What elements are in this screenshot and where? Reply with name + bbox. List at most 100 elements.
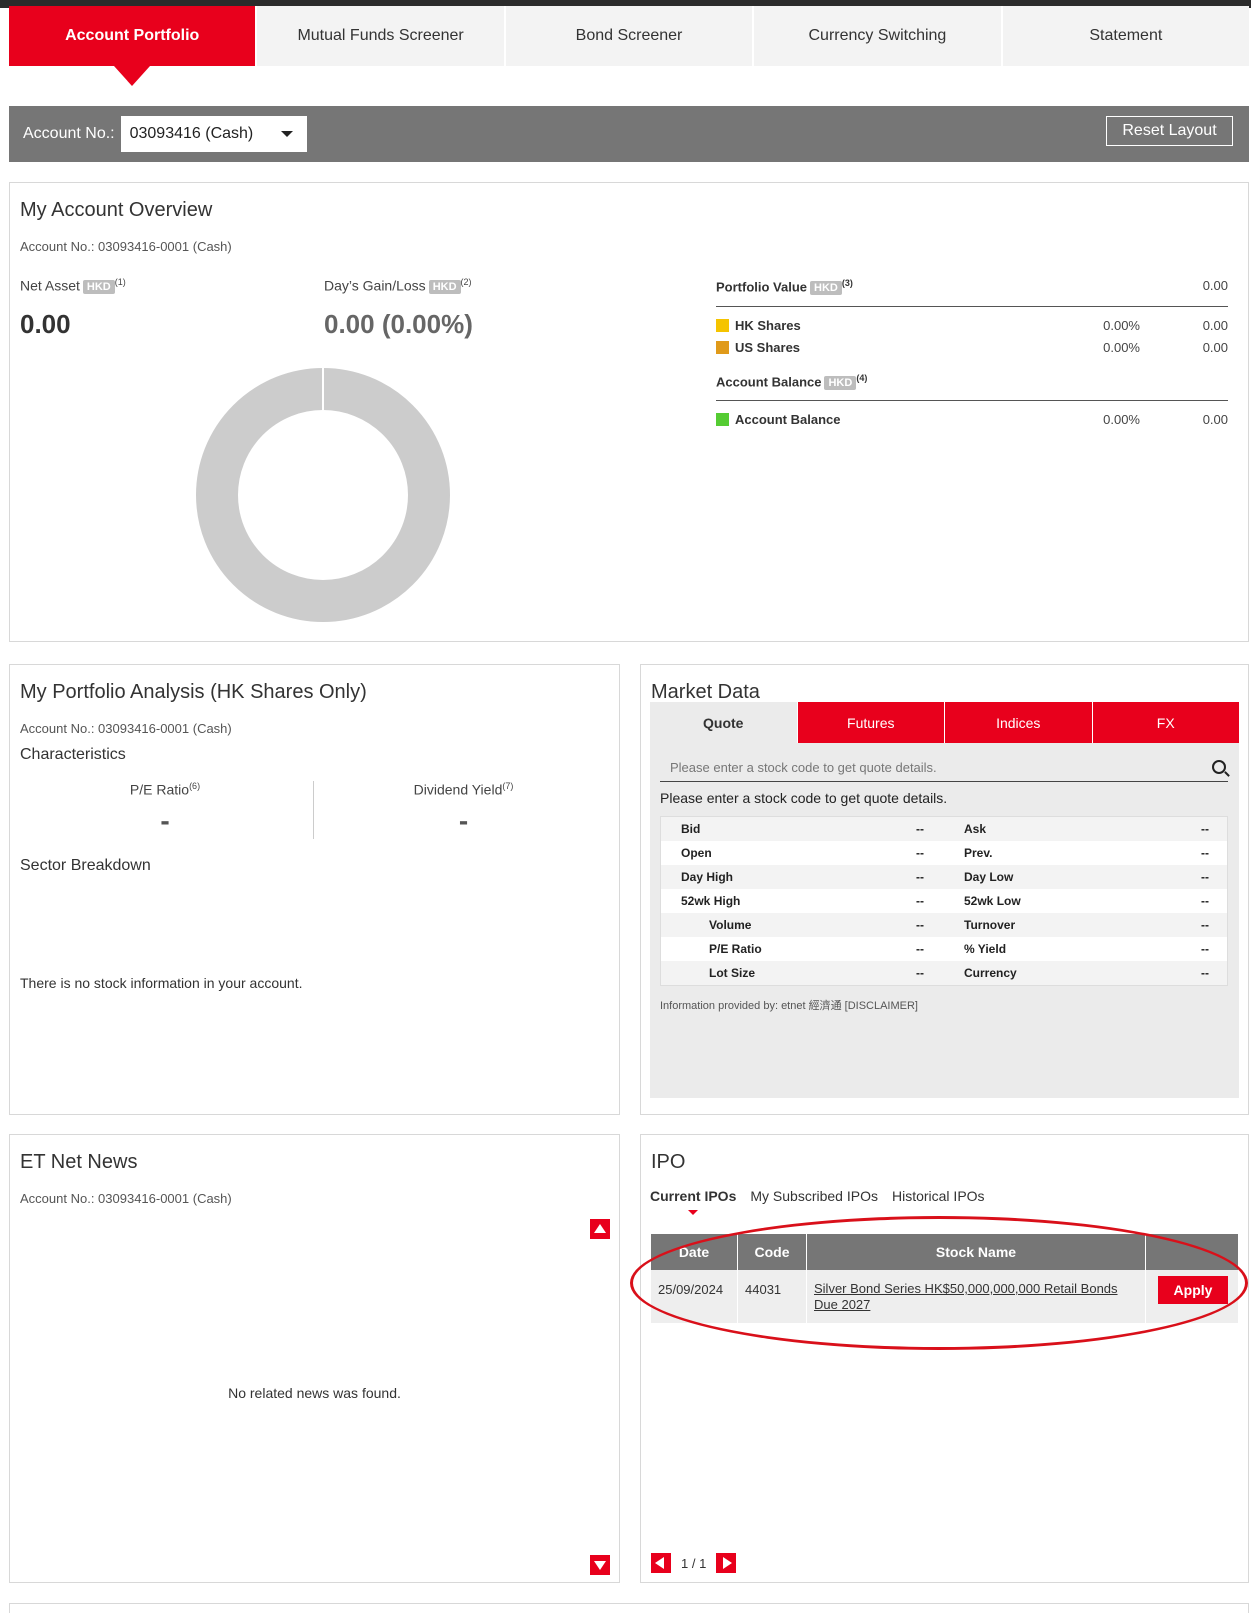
quote-value: -- bbox=[1201, 966, 1209, 980]
quote-label: 52wk Low bbox=[964, 894, 1021, 908]
holding-name-text: US Shares bbox=[735, 340, 801, 355]
table-row: 25/09/2024 44031 Silver Bond Series HK$5… bbox=[651, 1270, 1238, 1323]
stock-code-search-input[interactable]: Please enter a stock code to get quote d… bbox=[660, 754, 1228, 782]
panel-title: IPO bbox=[651, 1151, 686, 1173]
tab-label: Bond Screener bbox=[575, 27, 683, 44]
quote-value: -- bbox=[1201, 822, 1209, 836]
footnote-ref: (4) bbox=[856, 373, 868, 383]
page-indicator: 1 / 1 bbox=[681, 1555, 707, 1571]
pe-ratio-label: P/E Ratio(6) bbox=[20, 781, 310, 798]
table-row: 52wk High -- 52wk Low -- bbox=[661, 889, 1227, 913]
divider bbox=[313, 781, 314, 839]
legend-swatch bbox=[716, 413, 729, 426]
apply-button[interactable]: Apply bbox=[1158, 1276, 1228, 1304]
dividend-yield-label: Dividend Yield(7) bbox=[316, 781, 611, 798]
quote-value: -- bbox=[1201, 942, 1209, 956]
holding-pct: 0.00% bbox=[1103, 340, 1140, 355]
account-number: Account No.: 03093416-0001 (Cash) bbox=[20, 1191, 232, 1206]
account-number: Account No.: 03093416-0001 (Cash) bbox=[20, 239, 232, 254]
empty-message: There is no stock information in your ac… bbox=[20, 975, 303, 991]
account-select[interactable]: 03093416 (Cash) bbox=[120, 116, 307, 152]
quote-label: Volume bbox=[709, 918, 752, 932]
scroll-up-button[interactable] bbox=[590, 1219, 610, 1239]
column-header-date: Date bbox=[651, 1234, 738, 1270]
account-overview-panel: My Account Overview Account No.: 0309341… bbox=[9, 182, 1249, 642]
tab-futures[interactable]: Futures bbox=[796, 702, 944, 743]
account-select-value: 03093416 (Cash) bbox=[129, 125, 254, 142]
quote-label: Turnover bbox=[964, 918, 1016, 932]
footnote-ref: (1) bbox=[114, 277, 126, 287]
legend-swatch bbox=[716, 341, 729, 354]
tab-fx[interactable]: FX bbox=[1091, 702, 1239, 743]
chevron-down-icon bbox=[280, 131, 293, 137]
tab-indices[interactable]: Indices bbox=[944, 702, 1092, 743]
ipo-code: 44031 bbox=[738, 1270, 807, 1323]
tab-currency-switching[interactable]: Currency Switching bbox=[754, 6, 1003, 66]
pe-ratio-value: - bbox=[160, 805, 170, 836]
data-provider-note: Information provided by: etnet 經濟通 [DISC… bbox=[660, 1000, 918, 1012]
quote-value: -- bbox=[916, 822, 924, 836]
tab-label: Mutual Funds Screener bbox=[297, 27, 464, 44]
footnote-ref: (2) bbox=[460, 277, 472, 287]
portfolio-value-label: Portfolio Value HKD (3) bbox=[716, 278, 853, 295]
quote-value: -- bbox=[916, 942, 924, 956]
arrow-down-icon bbox=[594, 1561, 606, 1570]
table-row: Bid -- Ask -- bbox=[661, 817, 1227, 841]
legend-swatch bbox=[716, 319, 729, 332]
quote-label: 52wk High bbox=[681, 894, 741, 908]
tab-account-portfolio[interactable]: Account Portfolio bbox=[9, 6, 258, 86]
panel-title: Market Data bbox=[651, 681, 760, 703]
panel-title: My Account Overview bbox=[20, 199, 213, 221]
balance-name-text: Account Balance bbox=[735, 412, 841, 427]
quote-value: -- bbox=[1201, 918, 1209, 932]
column-header-action bbox=[1146, 1234, 1238, 1270]
donut-ring bbox=[196, 368, 450, 622]
characteristics-heading: Characteristics bbox=[20, 746, 126, 763]
next-panel-edge bbox=[9, 1603, 1249, 1613]
quote-label: P/E Ratio bbox=[709, 942, 762, 956]
quote-label: Lot Size bbox=[709, 966, 756, 980]
ipo-date: 25/09/2024 bbox=[651, 1270, 738, 1323]
ipo-tabs: Current IPOs My Subscribed IPOs Historic… bbox=[650, 1188, 985, 1215]
quote-label: Prev. bbox=[964, 846, 993, 860]
tab-historical-ipos[interactable]: Historical IPOs bbox=[892, 1188, 985, 1204]
prev-page-button[interactable] bbox=[651, 1553, 671, 1573]
table-row: Open -- Prev. -- bbox=[661, 841, 1227, 865]
ipo-table-header: Date Code Stock Name bbox=[651, 1234, 1238, 1270]
portfolio-value-text: Portfolio Value bbox=[716, 279, 808, 295]
account-bar: Account No.: 03093416 (Cash) Reset Layou… bbox=[9, 106, 1249, 162]
search-icon[interactable] bbox=[1212, 760, 1226, 774]
net-asset-text: Net Asset bbox=[20, 277, 80, 294]
main-tabs: Account Portfolio Mutual Funds Screener … bbox=[9, 6, 1250, 86]
currency-badge: HKD bbox=[824, 375, 857, 390]
next-page-button[interactable] bbox=[716, 1553, 737, 1573]
holding-pct: 0.00% bbox=[1103, 318, 1140, 333]
holding-value: 0.00 bbox=[1202, 318, 1228, 333]
tab-bond-screener[interactable]: Bond Screener bbox=[505, 6, 755, 66]
quote-value: -- bbox=[1201, 894, 1209, 908]
reset-layout-button[interactable]: Reset Layout bbox=[1106, 116, 1233, 146]
tab-current-ipos[interactable]: Current IPOs bbox=[650, 1188, 736, 1215]
arrow-up-icon bbox=[594, 1224, 606, 1233]
quote-label: Currency bbox=[964, 966, 1017, 980]
active-tab-indicator bbox=[688, 1210, 699, 1215]
holding-value: 0.00 bbox=[1202, 340, 1228, 355]
dividend-yield-text: Dividend Yield bbox=[413, 781, 503, 798]
tab-my-subscribed-ipos[interactable]: My Subscribed IPOs bbox=[750, 1188, 878, 1204]
scroll-down-button[interactable] bbox=[590, 1555, 610, 1575]
pe-ratio-text: P/E Ratio bbox=[129, 781, 190, 798]
allocation-donut-chart bbox=[196, 368, 450, 622]
sector-breakdown-heading: Sector Breakdown bbox=[20, 857, 151, 874]
account-balance-text: Account Balance bbox=[716, 374, 822, 390]
balance-pct: 0.00% bbox=[1103, 412, 1140, 427]
tab-statement[interactable]: Statement bbox=[1002, 6, 1250, 66]
pagination: 1 / 1 bbox=[651, 1553, 737, 1573]
account-number: Account No.: 03093416-0001 (Cash) bbox=[20, 721, 232, 736]
tab-label: Account Portfolio bbox=[65, 27, 200, 44]
tab-quote[interactable]: Quote bbox=[650, 702, 797, 743]
quote-value: -- bbox=[916, 846, 924, 860]
balance-value: 0.00 bbox=[1202, 412, 1228, 427]
tab-mutual-funds-screener[interactable]: Mutual Funds Screener bbox=[257, 6, 506, 66]
quote-label: % Yield bbox=[964, 942, 1007, 956]
ipo-stock-name-link[interactable]: Silver Bond Series HK$50,000,000,000 Ret… bbox=[814, 1281, 1118, 1312]
